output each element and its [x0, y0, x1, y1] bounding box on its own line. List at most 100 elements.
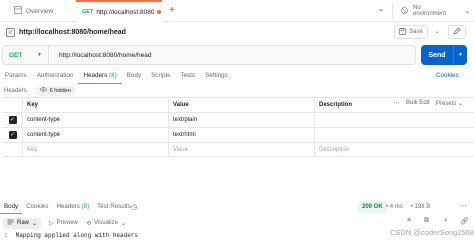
- url-bar: GET ▼: [2, 45, 416, 65]
- table-row: ✓ content-type text/plain: [3, 113, 474, 128]
- format-label: Raw: [17, 220, 30, 226]
- row-checkbox-cell[interactable]: ✓: [3, 113, 23, 127]
- presets-dropdown[interactable]: Presets ⌄: [436, 100, 463, 107]
- format-select[interactable]: Raw ⌄: [3, 217, 42, 229]
- header-description-cell[interactable]: [315, 113, 474, 127]
- checkbox-checked-icon[interactable]: ✓: [8, 116, 17, 124]
- tab-settings[interactable]: Settings: [200, 68, 233, 84]
- tab-url: http://localhost:8080/h: [96, 8, 155, 16]
- chevron-down-icon: ▼: [37, 52, 42, 58]
- environment-label: No environment: [413, 5, 447, 17]
- checkbox-checked-icon[interactable]: ✓: [8, 131, 17, 139]
- row-checkbox-cell[interactable]: ✓: [3, 128, 23, 142]
- request-title[interactable]: http://localhost:8080/home/head: [19, 29, 126, 36]
- save-label: Save: [409, 29, 423, 35]
- status-badge[interactable]: 200 OK: [358, 201, 387, 213]
- response-tab-body[interactable]: Body: [0, 200, 23, 214]
- table-row: ✓ content-type text/html: [3, 128, 474, 143]
- header-key-cell[interactable]: content-type: [23, 113, 169, 127]
- overview-icon: [14, 5, 22, 17]
- column-value-label: Value: [173, 102, 189, 108]
- tabs-dropdown-icon[interactable]: ⌄: [374, 4, 388, 18]
- chevron-down-icon: ⌄: [464, 8, 470, 15]
- watermark: CSDN @coderSong2568: [390, 228, 474, 237]
- response-size[interactable]: • 198 B: [411, 201, 430, 213]
- tab-method: GET: [82, 9, 94, 15]
- table-header-row: Key Value Description: [3, 98, 474, 113]
- new-description-cell[interactable]: Description: [315, 143, 474, 156]
- header-key: content-type: [27, 132, 61, 138]
- chevron-down-icon: ⌄: [120, 220, 126, 227]
- more-options-icon[interactable]: ⋯: [393, 99, 400, 107]
- new-tab-plus-icon[interactable]: +: [166, 5, 178, 17]
- response-meta: • 4 ms • 198 B: [386, 201, 430, 213]
- preview-button[interactable]: ▷ Preview: [49, 220, 78, 227]
- link-icon[interactable]: 🔗︎: [460, 217, 469, 225]
- raw-format-icon: [7, 219, 14, 227]
- line-number: 1: [4, 232, 8, 239]
- method-select[interactable]: GET ▼: [3, 46, 49, 64]
- send-label: Send: [428, 51, 446, 59]
- hidden-headers-toggle[interactable]: 6 hidden: [34, 85, 76, 96]
- response-time-value: 4 ms: [389, 204, 403, 210]
- tab-headers-count: (8): [109, 72, 117, 79]
- visualize-icon: ⟲: [86, 220, 92, 227]
- dot-separator: •: [386, 204, 389, 210]
- table-row-new: Key Value Description: [3, 143, 474, 157]
- new-key-cell[interactable]: Key: [23, 143, 169, 156]
- tab-scripts[interactable]: Scripts: [146, 68, 175, 84]
- save-icon: [399, 27, 407, 37]
- bulk-edit-link[interactable]: Bulk Edit: [406, 100, 430, 106]
- tab-headers[interactable]: Headers (8): [78, 68, 122, 84]
- wrap-lines-icon[interactable]: ≡: [407, 217, 411, 224]
- tab-overview[interactable]: Overview: [6, 0, 76, 22]
- response-tab-cookies[interactable]: Cookies: [22, 200, 52, 214]
- visualize-button[interactable]: ⟲ Visualize ⌄: [86, 220, 126, 227]
- new-value-placeholder: Value: [173, 146, 188, 153]
- row-checkbox-cell: [3, 143, 23, 156]
- unsaved-dot-icon: [157, 10, 162, 14]
- tab-overview-label: Overview: [26, 7, 54, 15]
- header-description-cell[interactable]: [315, 128, 474, 142]
- tab-request-active[interactable]: GET http://localhost:8080/h: [76, 0, 162, 22]
- tab-body[interactable]: Body: [122, 68, 146, 84]
- url-input[interactable]: [59, 51, 389, 59]
- request-tabs: Params Authorization Headers (8) Body Sc…: [0, 68, 474, 84]
- column-header-value: Value: [169, 98, 315, 112]
- response-tab-headers-count: (5): [81, 203, 90, 210]
- save-button[interactable]: Save: [394, 25, 428, 39]
- search-icon[interactable]: ⌕: [444, 217, 448, 225]
- response-tab-test-results[interactable]: Test Results: [93, 200, 135, 214]
- new-key-placeholder: Key: [27, 146, 38, 153]
- header-value-cell[interactable]: text/html: [169, 128, 315, 142]
- no-environment-icon: [401, 6, 408, 16]
- eye-off-icon: [39, 87, 47, 95]
- edit-button[interactable]: [448, 25, 466, 39]
- send-options-chevron-icon[interactable]: ▼: [454, 52, 467, 58]
- header-value-cell[interactable]: text/plain: [169, 113, 315, 127]
- header-value: text/html: [173, 132, 196, 138]
- column-description-label: Description: [319, 102, 353, 108]
- response-line: Mapping applied along with headers: [15, 232, 139, 239]
- new-value-cell[interactable]: Value: [169, 143, 315, 156]
- cookies-link[interactable]: Cookies: [436, 68, 459, 84]
- method-label: GET: [9, 51, 23, 59]
- headers-table: Key Value Description ✓ content-type tex…: [3, 97, 474, 157]
- response-more-icon[interactable]: ⋯: [460, 201, 467, 213]
- history-globe-icon[interactable]: ◷: [131, 203, 137, 211]
- header-value: text/plain: [173, 117, 198, 123]
- tab-authorization[interactable]: Authorization: [32, 68, 79, 84]
- response-time[interactable]: • 4 ms: [386, 201, 403, 213]
- save-options-chevron-icon[interactable]: ⌄: [432, 25, 442, 39]
- dot-separator: •: [410, 204, 413, 210]
- copy-icon[interactable]: ⧉: [424, 217, 429, 225]
- tab-tests[interactable]: Tests: [175, 68, 200, 84]
- chevron-down-icon: ⌄: [32, 220, 38, 227]
- pencil-icon: [453, 27, 461, 38]
- header-check-cell: [3, 98, 23, 112]
- environment-select[interactable]: No environment ⌄: [392, 3, 470, 19]
- header-key-cell[interactable]: content-type: [23, 128, 169, 142]
- response-tab-headers[interactable]: Headers (5): [52, 200, 93, 214]
- tab-params[interactable]: Params: [0, 68, 32, 84]
- send-button[interactable]: Send ▼: [421, 45, 467, 65]
